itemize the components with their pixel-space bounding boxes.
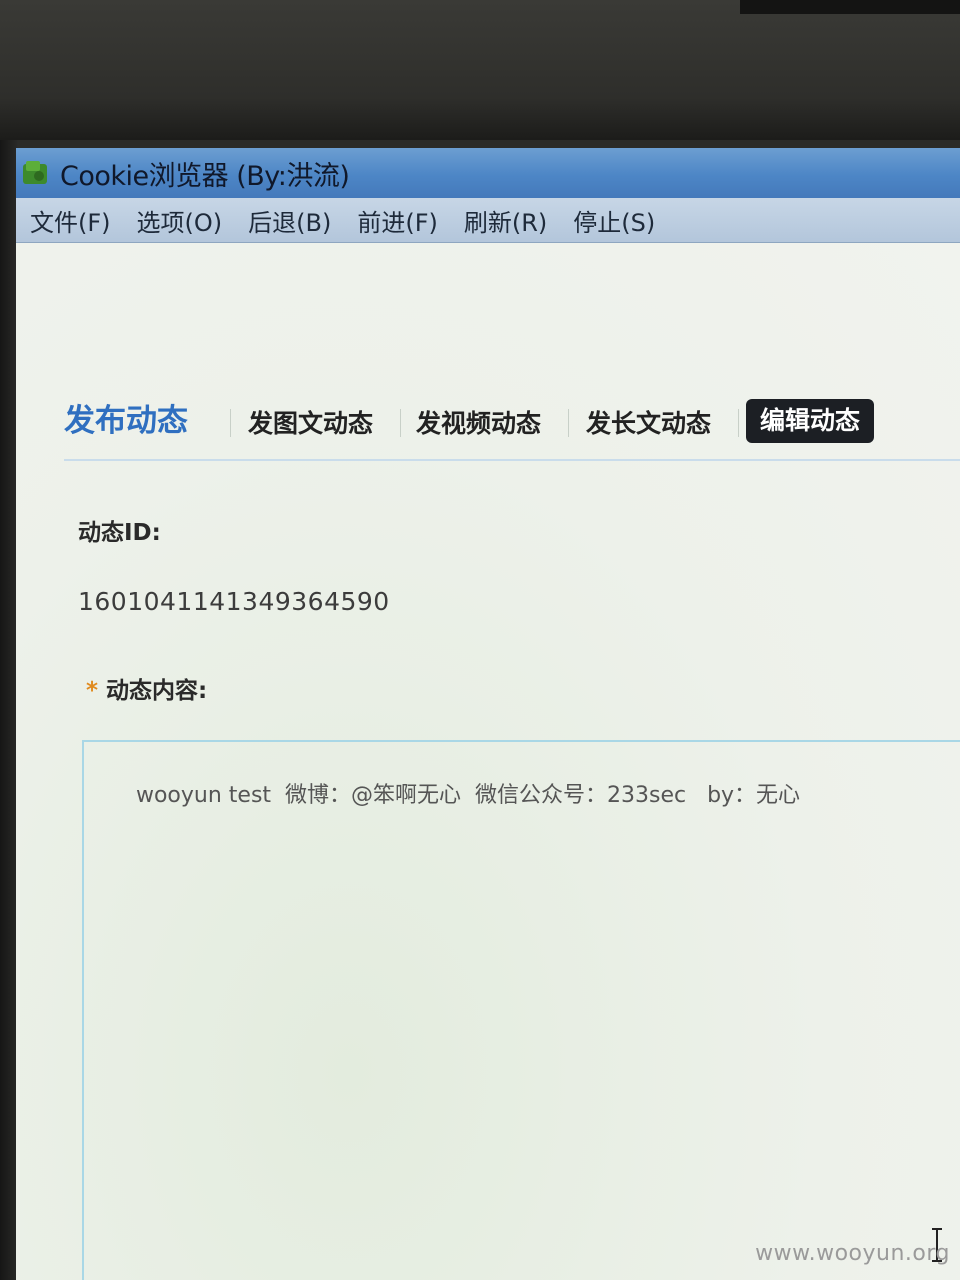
post-id-value: 1601041141349364590 xyxy=(78,587,390,616)
menu-back[interactable]: 后退(B) xyxy=(248,203,331,238)
app-icon xyxy=(20,159,50,187)
bezel-slot xyxy=(740,0,960,14)
menu-options[interactable]: 选项(O) xyxy=(137,203,223,238)
tab-video[interactable]: 发视频动态 xyxy=(416,403,541,445)
menu-bar: 文件(F) 选项(O) 后退(B) 前进(F) 刷新(R) 停止(S) xyxy=(16,198,960,243)
tab-separator xyxy=(400,409,401,437)
required-star: * xyxy=(86,678,99,704)
tab-publish[interactable]: 发布动态 xyxy=(64,397,188,445)
content-label: 动态内容: xyxy=(106,678,208,704)
tab-image-text[interactable]: 发图文动态 xyxy=(248,403,373,445)
menu-stop[interactable]: 停止(S) xyxy=(573,203,655,238)
menu-file[interactable]: 文件(F) xyxy=(30,203,111,238)
tab-separator xyxy=(568,409,569,437)
monitor-bezel-top xyxy=(0,0,960,140)
post-id-label: 动态ID: xyxy=(78,520,161,546)
tabs-divider xyxy=(64,459,960,461)
tab-long-text[interactable]: 发长文动态 xyxy=(586,403,711,445)
window-title: Cookie浏览器 (By:洪流) xyxy=(60,160,350,192)
menu-forward[interactable]: 前进(F) xyxy=(357,203,438,238)
tab-edit-post[interactable]: 编辑动态 xyxy=(746,399,875,443)
post-tabs: 发布动态 发图文动态 发视频动态 发长文动态 编辑动态 xyxy=(20,393,960,455)
tab-separator xyxy=(738,409,739,437)
content-textarea[interactable]: wooyun test 微博：@笨啊无心 微信公众号：233sec by：无心 xyxy=(82,740,960,1280)
browser-window: Cookie浏览器 (By:洪流) 文件(F) 选项(O) 后退(B) 前进(F… xyxy=(16,148,960,1280)
watermark: www.wooyun.org xyxy=(755,1241,950,1266)
content-text: wooyun test 微博：@笨啊无心 微信公众号：233sec by：无心 xyxy=(135,783,801,808)
page-content: 发布动态 发图文动态 发视频动态 发长文动态 编辑动态 动态ID: 160104… xyxy=(20,243,960,1280)
tab-separator xyxy=(230,409,231,437)
menu-refresh[interactable]: 刷新(R) xyxy=(464,203,547,238)
title-bar[interactable]: Cookie浏览器 (By:洪流) xyxy=(16,148,960,198)
content-label-row: * 动态内容: xyxy=(86,671,207,705)
